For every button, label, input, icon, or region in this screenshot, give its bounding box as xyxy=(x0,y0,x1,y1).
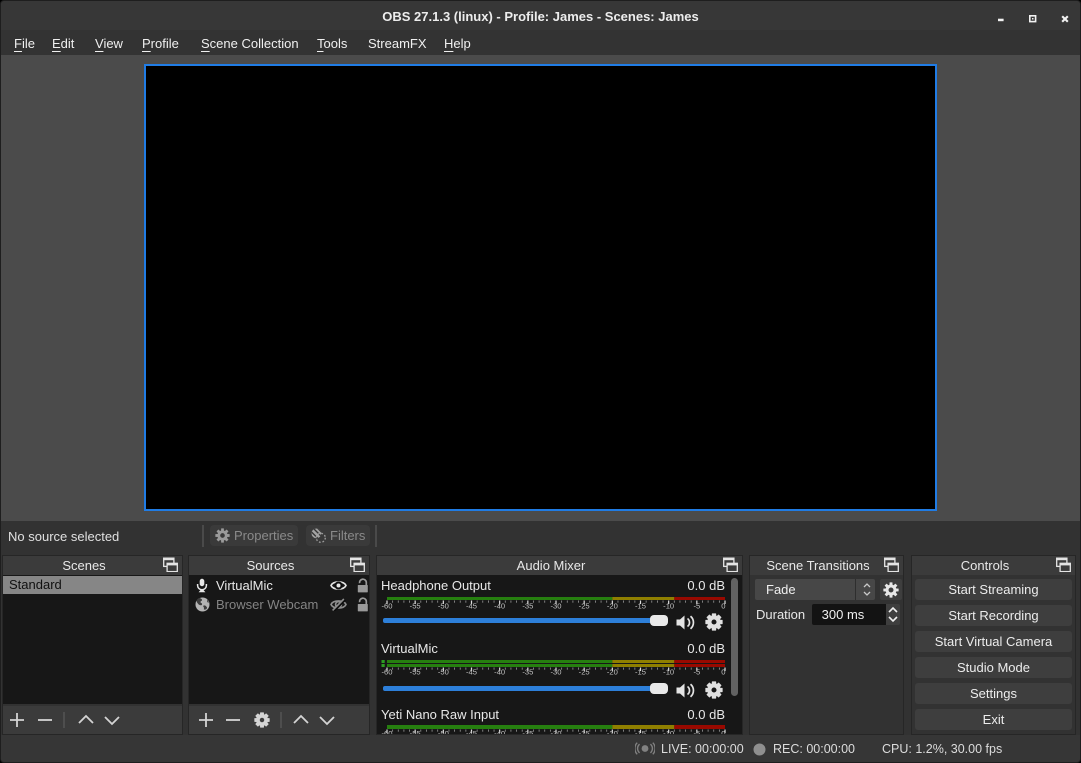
svg-text:-15: -15 xyxy=(635,667,646,676)
svg-text:-50: -50 xyxy=(438,602,449,611)
svg-text:-35: -35 xyxy=(522,667,533,676)
svg-text:-35: -35 xyxy=(522,729,533,734)
svg-text:-30: -30 xyxy=(551,667,562,676)
svg-text:-60: -60 xyxy=(382,667,393,676)
svg-text:-15: -15 xyxy=(635,729,646,734)
svg-text:-10: -10 xyxy=(663,667,674,676)
svg-text:-20: -20 xyxy=(607,729,618,734)
svg-text:-10: -10 xyxy=(663,729,674,734)
svg-text:-45: -45 xyxy=(466,667,477,676)
svg-text:-5: -5 xyxy=(693,667,700,676)
svg-text:-45: -45 xyxy=(466,729,477,734)
svg-text:-40: -40 xyxy=(494,602,505,611)
svg-text:-5: -5 xyxy=(693,729,700,734)
svg-text:-55: -55 xyxy=(410,729,421,734)
svg-text:-10: -10 xyxy=(663,602,674,611)
svg-text:-60: -60 xyxy=(382,602,393,611)
svg-text:0: 0 xyxy=(721,729,725,734)
svg-text:-30: -30 xyxy=(551,602,562,611)
svg-text:0: 0 xyxy=(721,602,725,611)
svg-text:0: 0 xyxy=(721,667,725,676)
svg-text:-25: -25 xyxy=(579,602,590,611)
svg-text:-55: -55 xyxy=(410,602,421,611)
svg-text:-35: -35 xyxy=(522,602,533,611)
svg-text:-40: -40 xyxy=(494,729,505,734)
svg-text:-55: -55 xyxy=(410,667,421,676)
svg-text:-50: -50 xyxy=(438,729,449,734)
svg-text:-50: -50 xyxy=(438,667,449,676)
svg-text:-45: -45 xyxy=(466,602,477,611)
svg-text:-20: -20 xyxy=(607,667,618,676)
svg-text:-25: -25 xyxy=(579,729,590,734)
svg-text:-40: -40 xyxy=(494,667,505,676)
svg-text:-5: -5 xyxy=(693,602,700,611)
svg-text:-60: -60 xyxy=(382,729,393,734)
svg-text:-20: -20 xyxy=(607,602,618,611)
svg-text:-15: -15 xyxy=(635,602,646,611)
svg-text:-25: -25 xyxy=(579,667,590,676)
svg-text:-30: -30 xyxy=(551,729,562,734)
